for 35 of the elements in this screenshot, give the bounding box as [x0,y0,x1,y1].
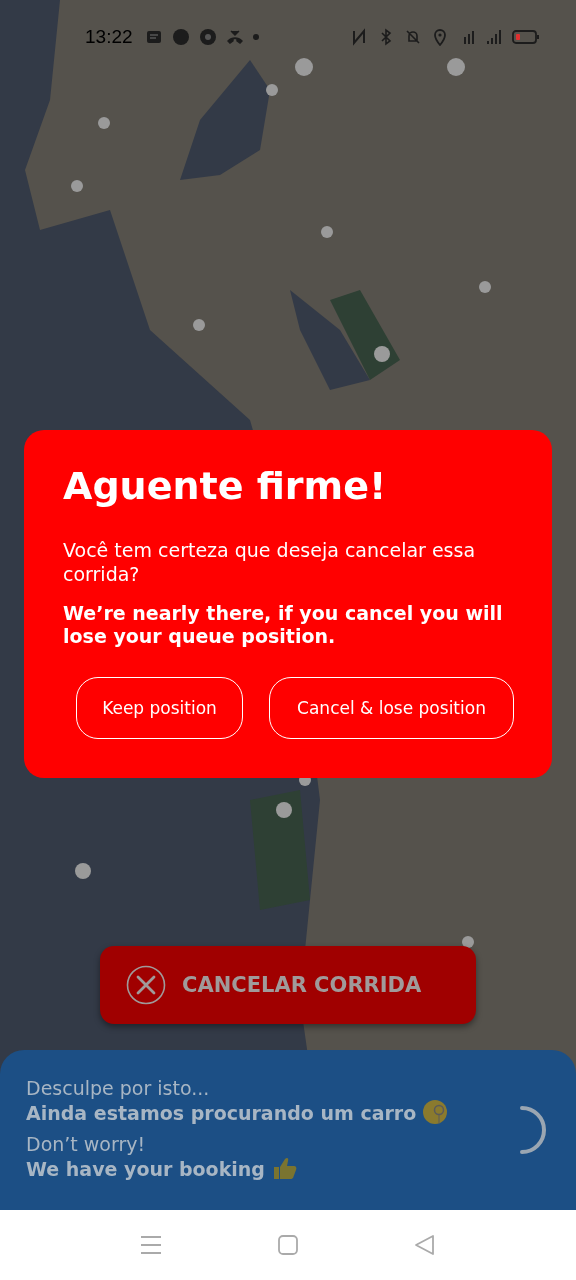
location-icon [431,28,449,46]
battery-icon [512,29,540,45]
map-marker [295,58,313,76]
map-marker [374,346,390,362]
cancel-position-button[interactable]: Cancel & lose position [269,677,514,739]
nfc-icon [350,28,368,46]
dot-icon [252,34,259,40]
clock-time: 13:22 [85,26,133,48]
map-marker [321,226,333,238]
missed-call-icon [225,28,244,46]
back-icon[interactable] [414,1234,436,1256]
map-marker [479,281,491,293]
map-marker [71,180,83,192]
signal-icon [485,28,503,46]
mute-icon [404,28,422,46]
map-marker [193,319,205,331]
keep-position-button[interactable]: Keep position [76,677,243,739]
map-marker [266,84,278,96]
cancel-ride-button[interactable]: CANCELAR CORRIDA [100,946,476,1024]
status-message: Ainda estamos procurando um carro [26,1101,417,1125]
close-icon [126,965,166,1005]
dialog-title: Aguente firme! [63,463,388,510]
map-marker [447,58,465,76]
map-marker [462,936,474,948]
menu-icon[interactable] [140,1235,162,1255]
map-marker [98,117,110,129]
map-marker [75,863,91,879]
status-heading: Desculpe por isto... [26,1077,211,1099]
status-heading: Don’t worry! [26,1133,147,1155]
dialog-warning: We’re nearly there, if you cancel you will lose your queue position. [63,602,504,648]
dialog-message: Você tem certeza que deseja cancelar essa corrida? [63,538,477,586]
status-message: We have your booking [26,1157,265,1181]
map-marker [276,802,292,818]
home-icon[interactable] [278,1235,298,1255]
loading-spinner-icon [520,1106,546,1154]
